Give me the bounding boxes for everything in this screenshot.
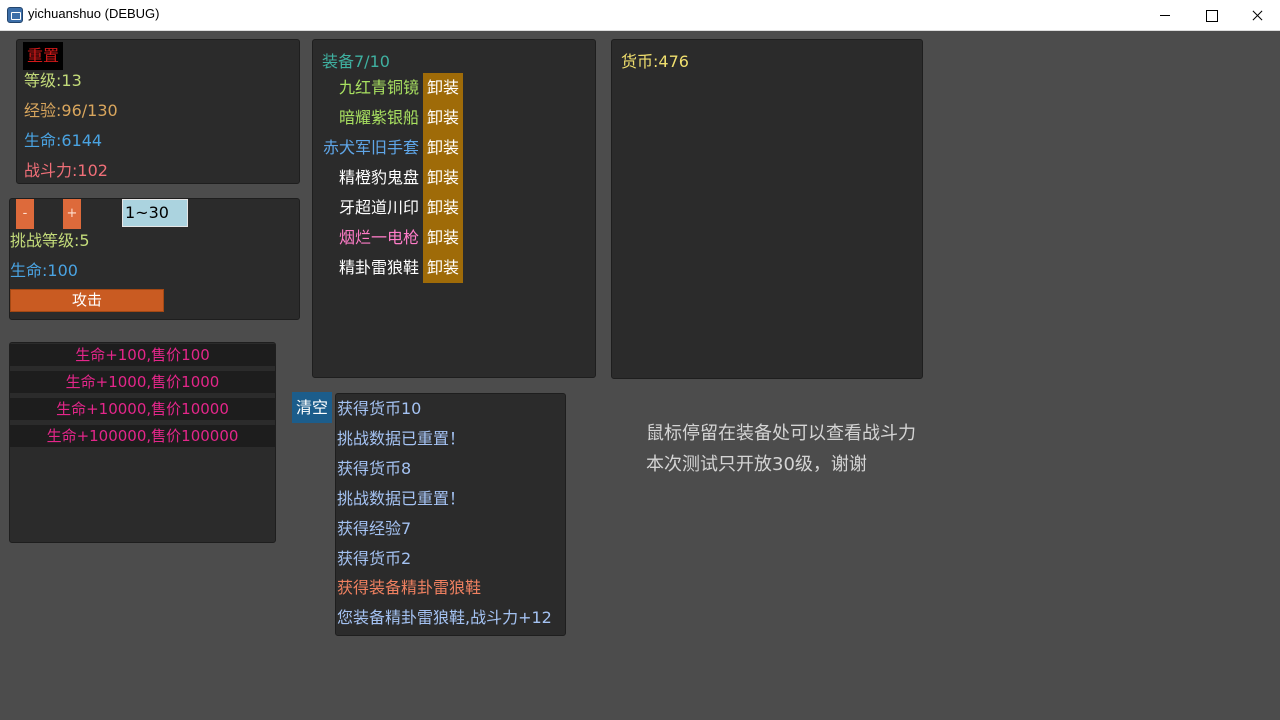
app-icon: [7, 7, 23, 23]
level-range-input[interactable]: 1~30: [122, 199, 188, 227]
shop-item[interactable]: 生命+1000,售价1000: [10, 371, 275, 393]
level-decrease-button[interactable]: -: [16, 199, 34, 229]
title-bar: yichuanshuo (DEBUG): [0, 0, 1280, 31]
unequip-button[interactable]: 卸装: [423, 253, 463, 283]
log-line: 挑战数据已重置！: [337, 489, 466, 508]
equipment-panel: 装备7/10 九红青铜镜 卸装 暗耀紫银船 卸装 赤犬军旧手套 卸装 精橙豹鬼盘…: [312, 39, 596, 378]
unequip-button[interactable]: 卸装: [423, 133, 463, 163]
log-line: 获得经验7: [337, 519, 412, 538]
unequip-button[interactable]: 卸装: [423, 73, 463, 103]
challenge-panel: - + 1~30 挑战等级:5 生命:100 攻击: [9, 198, 300, 320]
level-increase-button[interactable]: +: [63, 199, 81, 229]
notice-text: 本次测试只开放30级，谢谢: [646, 454, 867, 475]
log-line: 您装备精卦雷狼鞋,战斗力+12: [337, 608, 552, 627]
log-line: 获得装备精卦雷狼鞋: [337, 578, 482, 597]
close-button[interactable]: [1234, 0, 1280, 31]
window-title: yichuanshuo (DEBUG): [28, 6, 160, 21]
message-log: 获得货币10 挑战数据已重置！ 获得货币8 挑战数据已重置！ 获得经验7 获得货…: [335, 393, 566, 636]
maximize-button[interactable]: [1188, 0, 1234, 31]
clear-log-button[interactable]: 清空: [292, 392, 332, 423]
unequip-button[interactable]: 卸装: [423, 163, 463, 193]
equipment-name[interactable]: 暗耀紫银船: [339, 103, 419, 133]
unequip-button[interactable]: 卸装: [423, 103, 463, 133]
shop-item[interactable]: 生命+100,售价100: [10, 344, 275, 366]
currency-label: 货币:476: [621, 52, 689, 71]
enemy-hp-label: 生命:100: [10, 261, 78, 280]
minimize-button[interactable]: [1142, 0, 1188, 31]
equipment-header: 装备7/10: [322, 52, 390, 71]
shop-item[interactable]: 生命+10000,售价10000: [10, 398, 275, 420]
equipment-name[interactable]: 精橙豹鬼盘: [339, 163, 419, 193]
reset-button[interactable]: 重置: [23, 42, 63, 70]
equipment-name[interactable]: 烟烂一电枪: [339, 223, 419, 253]
shop-panel: 生命+100,售价100 生命+1000,售价1000 生命+10000,售价1…: [9, 342, 276, 543]
challenge-level-label: 挑战等级:5: [10, 231, 90, 250]
log-line: 获得货币8: [337, 459, 412, 478]
currency-panel: 货币:476: [611, 39, 923, 379]
unequip-button[interactable]: 卸装: [423, 223, 463, 253]
unequip-button[interactable]: 卸装: [423, 193, 463, 223]
equipment-name[interactable]: 精卦雷狼鞋: [339, 253, 419, 283]
attack-button[interactable]: 攻击: [10, 289, 164, 312]
hint-text: 鼠标停留在装备处可以查看战斗力: [646, 423, 916, 444]
player-stats-panel: 重置 等级:13 经验:96/130 生命:6144 战斗力:102: [16, 39, 300, 184]
log-line: 获得货币2: [337, 549, 412, 568]
equipment-name[interactable]: 牙超道川印: [339, 193, 419, 223]
shop-item[interactable]: 生命+100000,售价100000: [10, 425, 275, 447]
log-line: 挑战数据已重置！: [337, 429, 466, 448]
log-line: 获得货币10: [337, 399, 422, 418]
equipment-name[interactable]: 九红青铜镜: [339, 73, 419, 103]
level-label: 等级:13: [24, 71, 82, 90]
exp-label: 经验:96/130: [24, 101, 118, 120]
power-label: 战斗力:102: [24, 161, 108, 180]
equipment-name[interactable]: 赤犬军旧手套: [323, 133, 419, 163]
hp-label: 生命:6144: [24, 131, 103, 150]
